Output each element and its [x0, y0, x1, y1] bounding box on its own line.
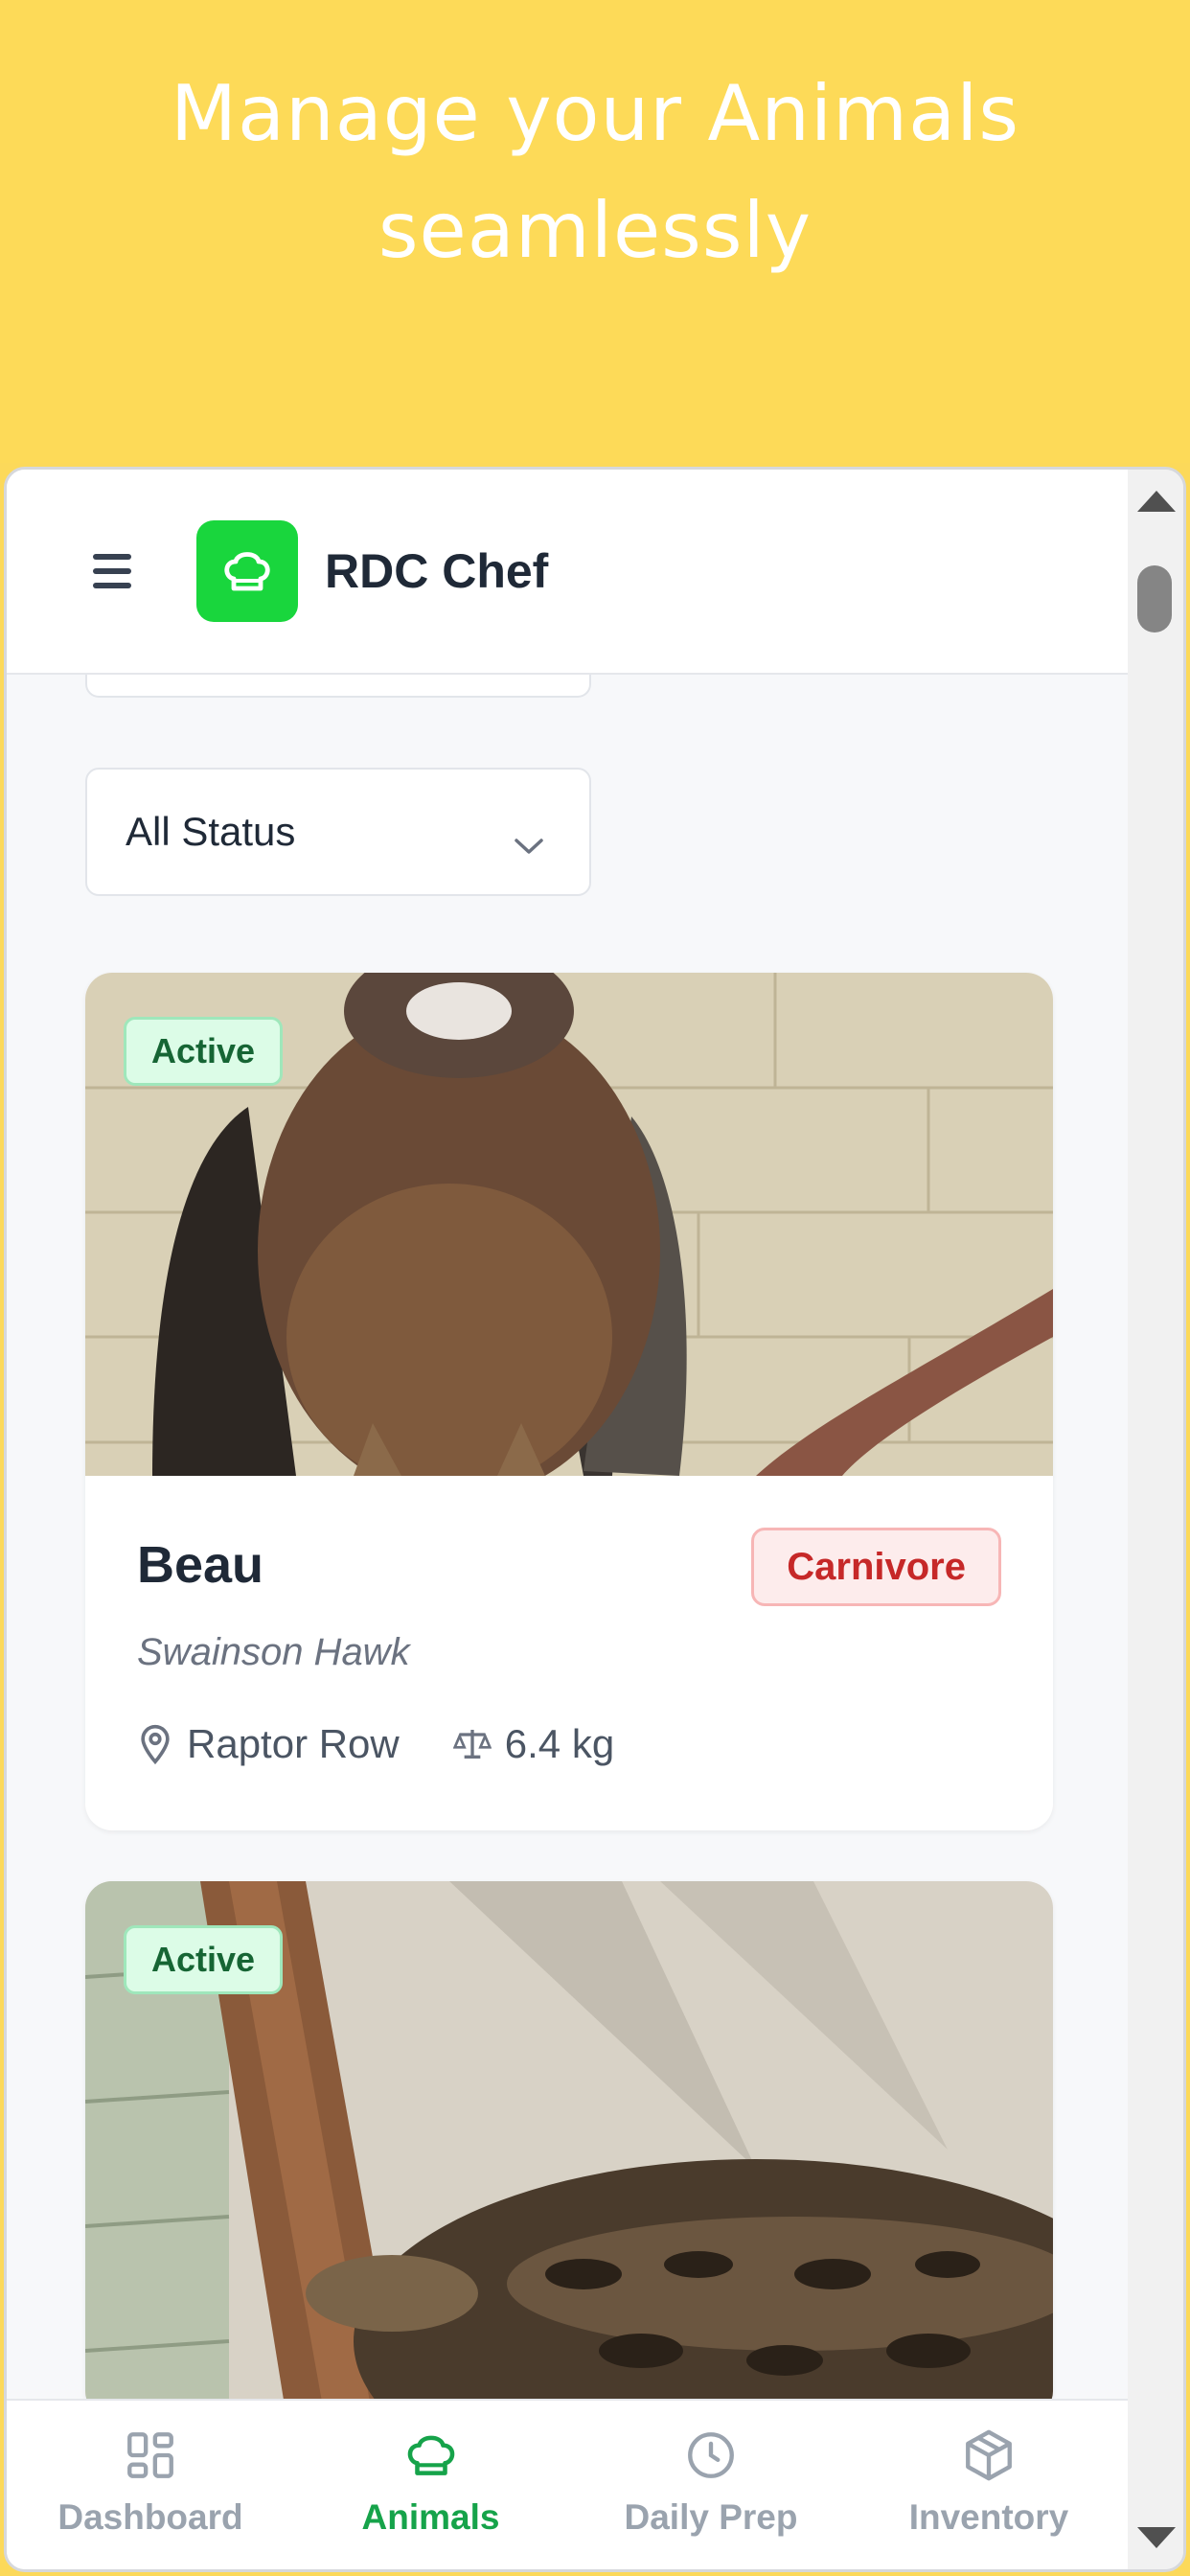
scroll-up-arrow-icon[interactable] [1137, 491, 1176, 512]
grid-icon [123, 2427, 178, 2488]
nav-item-animals[interactable]: Animals [332, 2401, 529, 2569]
app-header: RDC Chef [7, 470, 1128, 675]
animal-meta: Raptor Row 6.4 kg [137, 1721, 614, 1767]
nav-label: Animals [361, 2497, 500, 2537]
clock-icon [683, 2427, 739, 2488]
animal-card[interactable]: Active [85, 1881, 1053, 2400]
chef-hat-logo-icon [196, 520, 298, 622]
app-window: RDC Chef All Status Active Beau Carnivor… [4, 467, 1186, 2572]
location-pin-icon [137, 1723, 173, 1765]
nav-item-daily-prep[interactable]: Daily Prep [606, 2401, 816, 2569]
bottom-navigation: Dashboard Animals Daily Prep Inventory [7, 2399, 1128, 2569]
animal-card[interactable]: Active Beau Carnivore Swainson Hawk Rapt… [85, 973, 1053, 1830]
chef-hat-icon [403, 2427, 459, 2488]
nav-label: Dashboard [57, 2497, 243, 2537]
search-input[interactable] [85, 675, 591, 698]
status-badge: Active [124, 1925, 284, 1994]
promo-title: Manage your Animals seamlessly [170, 69, 1020, 275]
animal-weight: 6.4 kg [504, 1721, 615, 1766]
scrollbar[interactable] [1128, 470, 1183, 2569]
nav-label: Daily Prep [624, 2497, 798, 2537]
animals-list: All Status Active Beau Carnivore Swainso… [7, 675, 1128, 2400]
nav-item-dashboard[interactable]: Dashboard [45, 2401, 256, 2569]
promo-banner: Manage your Animals seamlessly [0, 0, 1190, 463]
app-name: RDC Chef [325, 544, 549, 598]
scale-icon [452, 1726, 492, 1762]
status-filter-value: All Status [126, 809, 296, 854]
box-icon [961, 2427, 1017, 2488]
status-badge: Active [124, 1017, 284, 1086]
chevron-down-icon [513, 819, 545, 865]
animal-name: Beau [137, 1536, 264, 1594]
hamburger-menu-icon[interactable] [93, 554, 139, 592]
nav-item-inventory[interactable]: Inventory [883, 2401, 1094, 2569]
diet-badge: Carnivore [751, 1528, 1001, 1606]
animal-card-body: Beau Carnivore Swainson Hawk Raptor Row … [85, 1476, 1053, 1830]
scroll-down-arrow-icon[interactable] [1137, 2527, 1176, 2548]
status-filter-select[interactable]: All Status [85, 768, 591, 896]
nav-label: Inventory [908, 2497, 1069, 2537]
animal-species: Swainson Hawk [137, 1631, 410, 1673]
scrollbar-thumb[interactable] [1137, 565, 1172, 632]
animal-location: Raptor Row [187, 1721, 400, 1766]
